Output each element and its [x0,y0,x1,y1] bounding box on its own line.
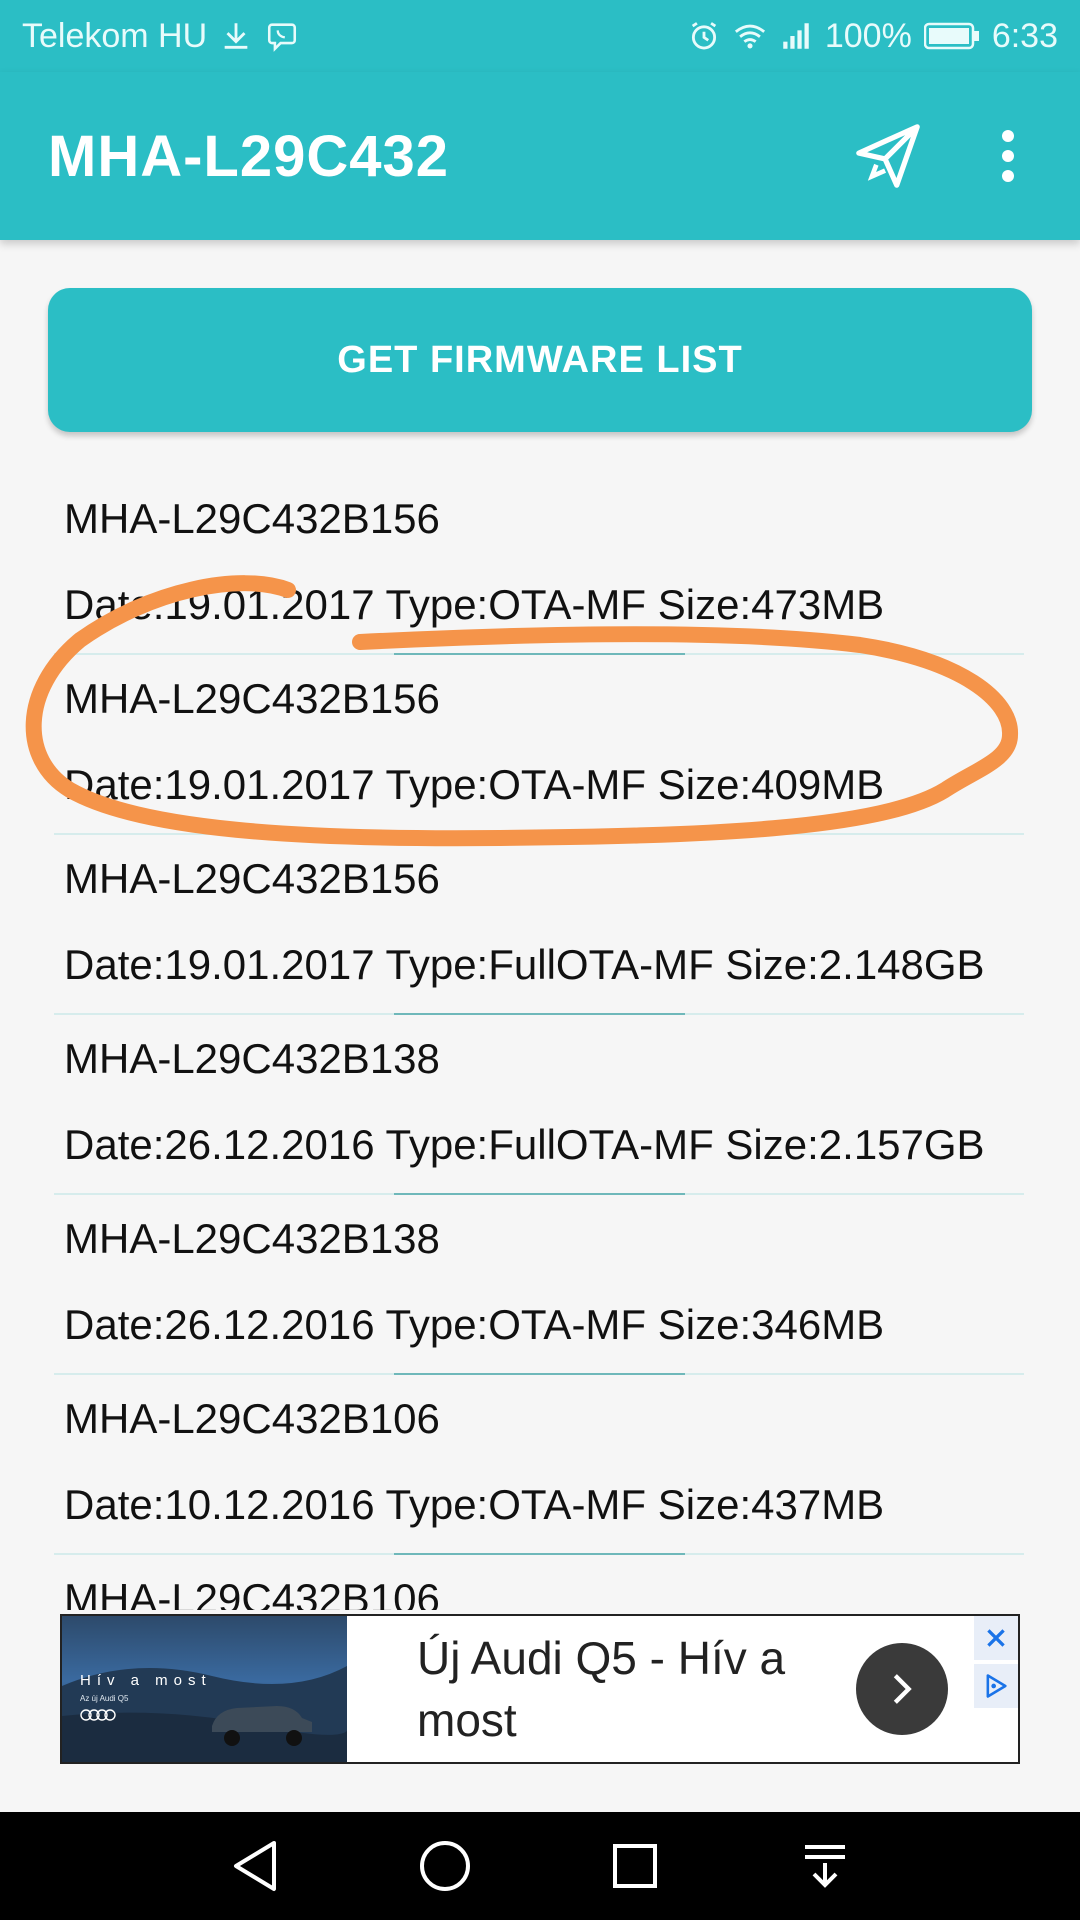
firmware-detail: Date:26.12.2016 Type:FullOTA-MF Size:2.1… [64,1121,985,1168]
battery-percent: 100% [824,16,912,55]
back-triangle-icon [234,1841,276,1891]
adchoices-icon [986,1674,1007,1698]
viber-icon [268,23,297,52]
ad-image-subtext: Az új Audi Q5 [80,1694,129,1703]
recents-square-icon [613,1844,657,1888]
firmware-item[interactable]: MHA-L29C432B138 Date:26.12.2016 Type:Ful… [54,1015,1024,1195]
ad-choices-button[interactable] [974,1664,1018,1708]
firmware-detail: Date:26.12.2016 Type:OTA-MF Size:346MB [64,1301,885,1348]
firmware-item[interactable]: MHA-L29C432B156 Date:19.01.2017 Type:Ful… [54,835,1024,1015]
firmware-item[interactable]: MHA-L29C432B156 Date:19.01.2017 Type:OTA… [54,475,1024,655]
ad-open-button[interactable] [856,1643,948,1735]
send-button[interactable] [828,96,948,216]
firmware-item[interactable]: MHA-L29C432B138 Date:26.12.2016 Type:OTA… [54,1195,1024,1375]
get-firmware-list-button[interactable]: GET FIRMWARE LIST [48,288,1032,432]
ad-headline[interactable]: Új Audi Q5 - Hív a most [347,1627,856,1751]
pull-down-icon [805,1845,845,1888]
ad-banner[interactable]: Hív a most Az új Audi Q5 Új Audi Q5 - Hí… [60,1614,1020,1764]
firmware-title: MHA-L29C432B156 [64,855,440,902]
firmware-item[interactable]: MHA-L29C432B156 Date:19.01.2017 Type:OTA… [54,655,1024,835]
firmware-detail: Date:19.01.2017 Type:FullOTA-MF Size:2.1… [64,941,985,988]
download-icon [224,23,248,49]
firmware-title: MHA-L29C432B106 [64,1575,440,1610]
chevron-right-icon [893,1674,912,1704]
app-bar: MHA-L29C432 [0,72,1080,240]
audi-logo-icon [80,1709,116,1721]
home-circle-icon [420,1841,470,1891]
firmware-item-partial[interactable]: MHA-L29C432B106 [54,1555,1024,1610]
nav-back-button[interactable] [215,1826,295,1906]
app-title: MHA-L29C432 [48,123,449,189]
firmware-title: MHA-L29C432B156 [64,495,440,542]
main-content: GET FIRMWARE LIST MHA-L29C432B156 Date:1… [0,240,1080,1610]
ad-image-headline: Hív a most [80,1672,212,1689]
clock: 6:33 [991,16,1058,55]
firmware-title: MHA-L29C432B138 [64,1035,440,1082]
firmware-detail: Date:19.01.2017 Type:OTA-MF Size:473MB [64,581,885,628]
paper-plane-icon [856,124,920,188]
status-bar: Telekom HU 100% 6:33 [0,0,1080,72]
nav-home-button[interactable] [405,1826,485,1906]
status-left: Telekom HU [22,17,299,56]
firmware-title: MHA-L29C432B138 [64,1215,440,1262]
wifi-icon [734,24,765,49]
navigation-bar [0,1812,1080,1920]
firmware-detail: Date:19.01.2017 Type:OTA-MF Size:409MB [64,761,885,808]
firmware-detail: Date:10.12.2016 Type:OTA-MF Size:437MB [64,1481,885,1528]
ad-image[interactable]: Hív a most Az új Audi Q5 [62,1616,347,1762]
signal-icon [783,23,809,49]
firmware-list: MHA-L29C432B156 Date:19.01.2017 Type:OTA… [54,475,1024,1610]
ad-close-button[interactable] [974,1616,1018,1660]
overflow-menu-button[interactable] [948,96,1068,216]
firmware-item[interactable]: MHA-L29C432B106 Date:10.12.2016 Type:OTA… [54,1375,1024,1555]
car-illustration-icon [62,1666,347,1762]
firmware-title: MHA-L29C432B106 [64,1395,440,1442]
status-right: 100% 6:33 [687,17,1058,56]
nav-recents-button[interactable] [595,1826,675,1906]
firmware-title: MHA-L29C432B156 [64,675,440,722]
close-icon [987,1629,1005,1647]
nav-notifications-button[interactable] [785,1826,865,1906]
carrier-name: Telekom HU [22,16,208,55]
battery-icon [923,22,979,50]
alarm-icon [691,22,716,50]
more-vert-icon [1002,130,1014,182]
